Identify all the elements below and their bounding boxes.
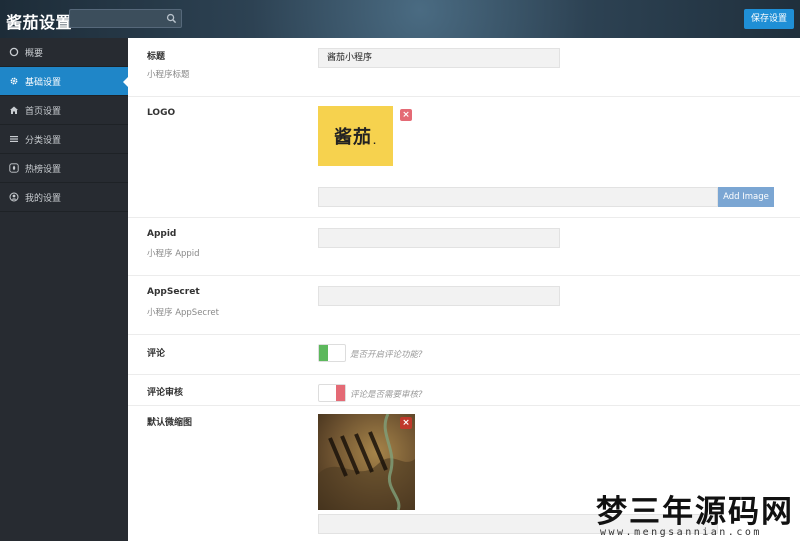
sidebar-item-overview[interactable]: 概要 bbox=[0, 38, 128, 67]
list-icon bbox=[10, 136, 18, 142]
logo-image: 酱茄. bbox=[318, 106, 393, 166]
comment-review-hint: 评论是否需要审核? bbox=[350, 390, 423, 400]
home-icon bbox=[10, 106, 18, 114]
comment-review-toggle[interactable] bbox=[318, 384, 346, 402]
circle-icon bbox=[9, 47, 19, 57]
comment-toggle[interactable] bbox=[318, 344, 346, 362]
appid-input[interactable] bbox=[318, 228, 560, 248]
sidebar-item-label: 分类设置 bbox=[25, 135, 62, 146]
search-icon[interactable] bbox=[166, 13, 177, 24]
field-description: 小程序 AppSecret bbox=[147, 308, 219, 318]
add-image-button[interactable]: Add Image bbox=[718, 187, 774, 207]
logo-url-input[interactable] bbox=[318, 187, 718, 207]
field-label: 评论审核 bbox=[147, 388, 184, 398]
top-bar: 酱茄设置 保存设置 bbox=[0, 0, 800, 38]
field-description: 小程序标题 bbox=[147, 70, 190, 80]
search-input[interactable] bbox=[69, 9, 182, 28]
save-settings-button[interactable]: 保存设置 bbox=[743, 9, 794, 29]
toggle-knob bbox=[336, 385, 345, 401]
gear-icon bbox=[10, 77, 18, 85]
sidebar-item-label: 我的设置 bbox=[25, 193, 62, 204]
user-circle-icon bbox=[9, 192, 19, 202]
sidebar-item-label: 热榜设置 bbox=[25, 164, 62, 175]
logo-delete-button[interactable]: × bbox=[400, 109, 412, 121]
sidebar: 概要 基础设置 首页设置 分类设置 热榜设置 我的设置 bbox=[0, 38, 128, 541]
logo-dot: . bbox=[372, 136, 378, 146]
comment-hint: 是否开启评论功能? bbox=[350, 350, 423, 360]
form-row-comment: 评论 是否开启评论功能? bbox=[128, 335, 800, 375]
field-label: LOGO bbox=[147, 108, 176, 118]
sidebar-item-home-settings[interactable]: 首页设置 bbox=[0, 96, 128, 125]
title-input[interactable]: 酱茄小程序 bbox=[318, 48, 560, 68]
sidebar-item-basic-settings[interactable]: 基础设置 bbox=[0, 67, 128, 96]
thumbnail-delete-button[interactable]: × bbox=[400, 417, 412, 429]
form-row-comment-review: 评论审核 评论是否需要审核? bbox=[128, 375, 800, 406]
field-label: Appid bbox=[147, 229, 177, 239]
field-label: 默认微缩图 bbox=[147, 418, 193, 428]
sidebar-item-hot-list-settings[interactable]: 热榜设置 bbox=[0, 154, 128, 183]
field-label: 标题 bbox=[147, 52, 166, 62]
sidebar-item-label: 基础设置 bbox=[25, 77, 62, 88]
sidebar-item-category-settings[interactable]: 分类设置 bbox=[0, 125, 128, 154]
appsecret-input[interactable] bbox=[318, 286, 560, 306]
field-description: 小程序 Appid bbox=[147, 249, 200, 259]
toggle-knob bbox=[319, 345, 328, 361]
watermark-title: 梦三年源码网 bbox=[596, 494, 794, 530]
field-label: 评论 bbox=[147, 349, 166, 359]
form-row-appsecret: AppSecret 小程序 AppSecret bbox=[128, 276, 800, 335]
sidebar-item-label: 首页设置 bbox=[25, 106, 62, 117]
sidebar-item-my-settings[interactable]: 我的设置 bbox=[0, 183, 128, 212]
field-label: AppSecret bbox=[147, 287, 200, 297]
form-row-title: 标题 小程序标题 酱茄小程序 bbox=[128, 38, 800, 97]
settings-form: 标题 小程序标题 酱茄小程序 LOGO 酱茄. × Add Image Appi… bbox=[128, 38, 800, 541]
fire-icon bbox=[9, 163, 19, 173]
sidebar-item-label: 概要 bbox=[25, 48, 44, 59]
watermark-url: www.mengsannian.com bbox=[600, 527, 762, 538]
form-row-appid: Appid 小程序 Appid bbox=[128, 218, 800, 276]
page-title: 酱茄设置 bbox=[6, 13, 73, 32]
logo-text: 酱茄 bbox=[333, 127, 372, 148]
